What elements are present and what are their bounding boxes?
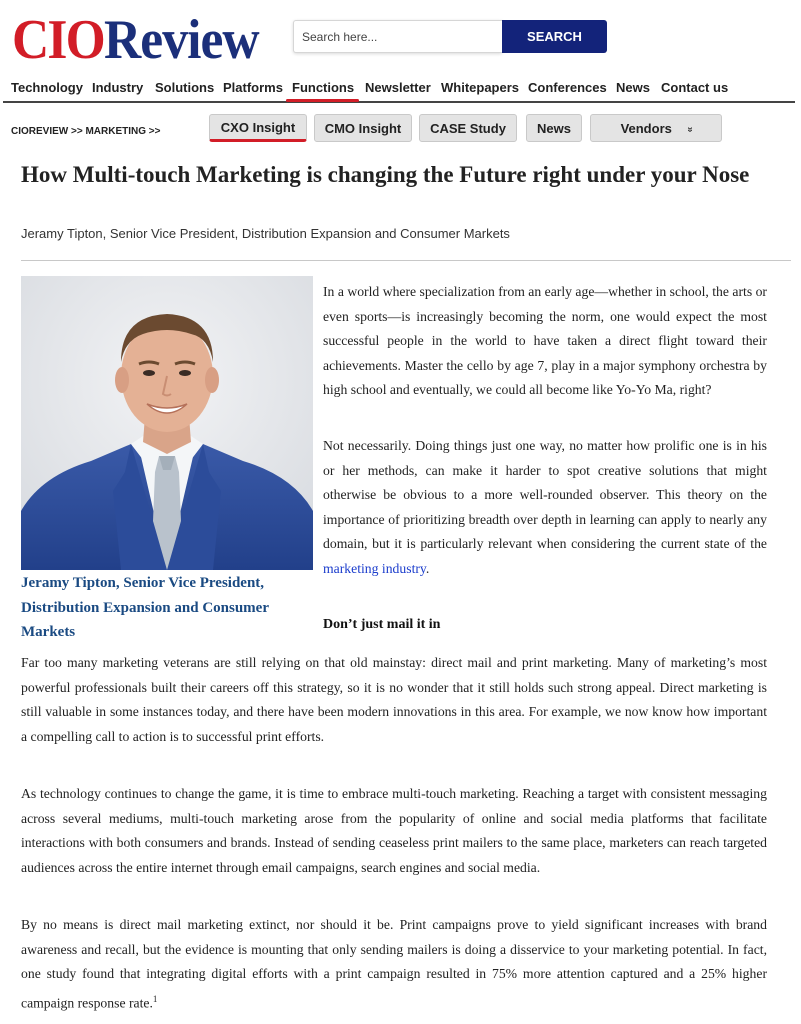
nav-industry[interactable]: Industry xyxy=(92,76,143,100)
breadcrumb[interactable]: CIOREVIEW >> MARKETING >> xyxy=(11,126,160,137)
section-subheading: Don’t just mail it in xyxy=(323,617,441,632)
article-paragraph-3: Far too many marketing veterans are stil… xyxy=(21,655,767,744)
tab-vendors-label: Vendors xyxy=(620,120,672,136)
search-button[interactable]: SEARCH xyxy=(502,20,607,53)
tab-cmo-insight-label: CMO Insight xyxy=(324,120,402,136)
logo-cio-text: CIO xyxy=(12,9,106,71)
search-field[interactable] xyxy=(293,20,502,53)
photo-caption: Jeramy Tipton, Senior Vice President, Di… xyxy=(21,575,269,640)
chevron-down-icon: » xyxy=(684,126,696,130)
nav-news[interactable]: News xyxy=(616,76,650,100)
search-input[interactable] xyxy=(294,21,502,52)
marketing-industry-link[interactable]: marketing industry xyxy=(323,561,426,576)
tab-case-study-label: CASE Study xyxy=(430,120,506,136)
nav-solutions[interactable]: Solutions xyxy=(155,76,214,100)
nav-whitepapers[interactable]: Whitepapers xyxy=(441,76,519,100)
tab-cxo-insight-label: CXO Insight xyxy=(220,119,296,135)
nav-newsletter[interactable]: Newsletter xyxy=(365,76,431,100)
article-paragraph-2: Not necessarily. Doing things just one w… xyxy=(323,434,767,581)
tab-case-study[interactable]: CASE Study xyxy=(419,114,517,142)
tab-news[interactable]: News xyxy=(526,114,582,142)
main-nav: Technology Industry Solutions Platforms … xyxy=(0,76,801,102)
nav-functions[interactable]: Functions xyxy=(292,76,354,100)
footnote-marker[interactable]: 1 xyxy=(153,994,158,1004)
tab-vendors[interactable]: Vendors » xyxy=(590,114,722,142)
tab-cmo-insight[interactable]: CMO Insight xyxy=(314,114,412,142)
author-photo xyxy=(21,276,313,570)
nav-active-indicator xyxy=(286,99,359,102)
nav-conferences[interactable]: Conferences xyxy=(528,76,607,100)
tab-news-label: News xyxy=(537,120,571,136)
article-paragraph-4: As technology continues to change the ga… xyxy=(21,786,767,875)
article-byline: Jeramy Tipton, Senior Vice President, Di… xyxy=(21,226,510,241)
paragraph-2-text: Not necessarily. Doing things just one w… xyxy=(323,438,767,551)
paragraph-5-text: By no means is direct mail marketing ext… xyxy=(21,917,767,1011)
tab-cxo-insight[interactable]: CXO Insight xyxy=(209,114,307,142)
nav-divider xyxy=(3,101,795,103)
article-divider xyxy=(21,260,791,261)
paragraph-2-end: . xyxy=(425,560,430,576)
article-paragraph-1: In a world where specialization from an … xyxy=(323,284,767,397)
article-paragraph-5: By no means is direct mail marketing ext… xyxy=(21,913,767,1016)
nav-platforms[interactable]: Platforms xyxy=(223,76,283,100)
nav-contact-us[interactable]: Contact us xyxy=(661,76,728,100)
logo-review-text: Review xyxy=(103,9,260,71)
article-title: How Multi-touch Marketing is changing th… xyxy=(21,162,750,187)
cioreview-logo[interactable]: CIO Review xyxy=(12,4,272,68)
author-portrait-image xyxy=(21,276,313,570)
nav-technology[interactable]: Technology xyxy=(11,76,83,100)
